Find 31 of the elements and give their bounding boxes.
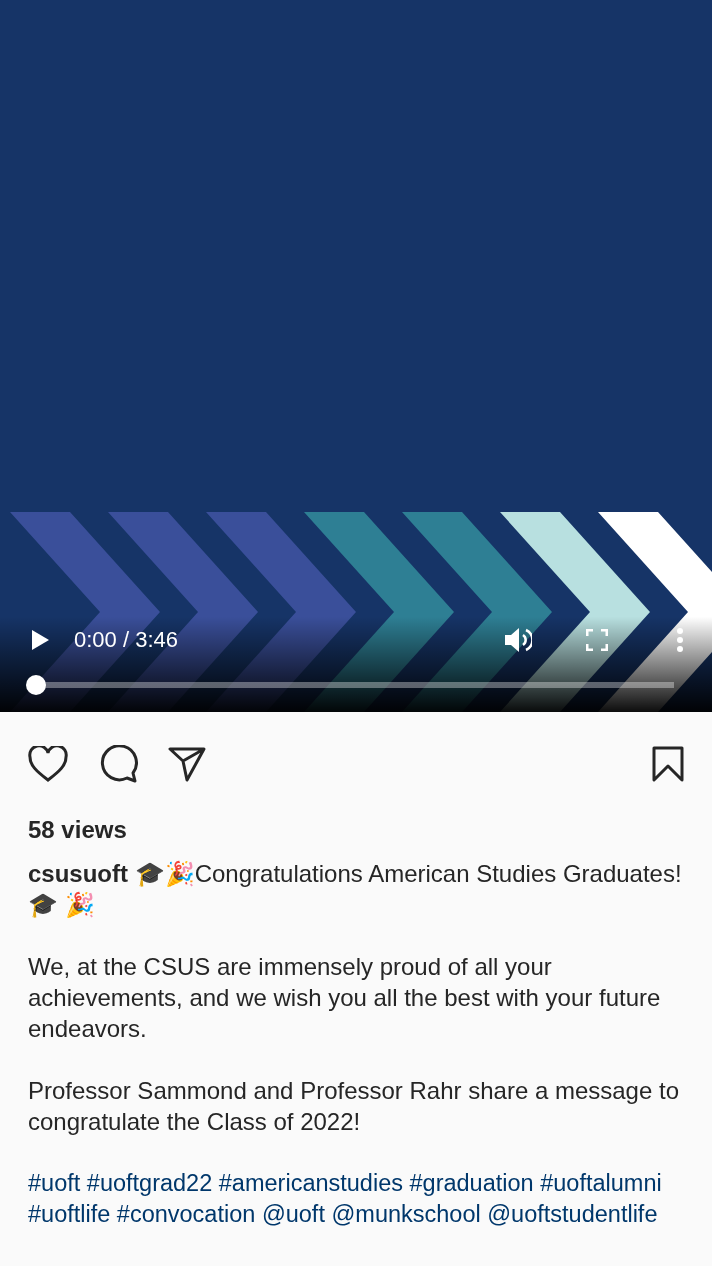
fullscreen-button[interactable] [586,629,608,651]
bookmark-icon [652,746,684,782]
tag-link[interactable]: #americanstudies [218,1170,403,1196]
comment-button[interactable] [98,745,138,783]
play-button[interactable] [30,629,50,651]
tag-link[interactable]: #convocation [116,1201,256,1227]
tag-link[interactable]: #graduation [409,1170,534,1196]
tag-link[interactable]: #uoft [28,1170,81,1196]
fullscreen-icon [586,629,608,651]
tag-link[interactable]: @uoftstudentlife [487,1201,658,1227]
username-link[interactable]: csusuoft [28,860,128,887]
caption-paragraph: Professor Sammond and Professor Rahr share a message to congratulate the Class of 2022! [28,1076,680,1137]
tag-link[interactable]: #uoftgrad22 [86,1170,213,1196]
volume-icon [504,627,532,653]
tag-link[interactable]: @uoft [261,1201,325,1227]
comment-icon [98,745,138,783]
video-time: 0:00 / 3:46 [74,627,178,653]
caption-paragraph: We, at the CSUS are immensely proud of all your achievements, and we wish you all the best with your future endeavors. [28,952,662,1044]
caption-headline: csusuoft 🎓🎉Congratulations American Studies Graduates! 🎓 🎉 [28,859,683,920]
tag-link[interactable]: #uoftalumni [540,1170,662,1196]
share-button[interactable] [168,746,206,782]
send-icon [168,746,206,782]
like-button[interactable] [28,746,68,782]
view-count: 58 views [28,816,128,844]
more-icon [676,628,684,652]
play-icon [30,629,50,651]
tag-link[interactable]: @munkschool [331,1201,481,1227]
tag-link[interactable]: #uoftlife [28,1201,111,1227]
save-button[interactable] [652,746,684,782]
heart-icon [28,746,68,782]
volume-button[interactable] [504,627,532,653]
